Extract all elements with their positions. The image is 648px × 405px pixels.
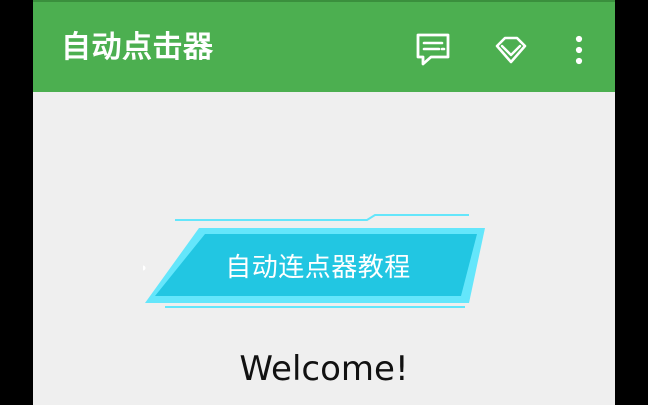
feedback-button[interactable] bbox=[411, 28, 455, 72]
more-vert-icon bbox=[575, 35, 583, 65]
app-bar: 自动点击器 bbox=[33, 0, 615, 92]
app-title: 自动点击器 bbox=[61, 30, 214, 65]
tutorial-button[interactable]: 自动连点器教程 bbox=[143, 212, 493, 312]
main-content: 自动连点器教程 Welcome! bbox=[33, 92, 615, 405]
more-options-button[interactable] bbox=[557, 28, 601, 72]
feedback-icon bbox=[416, 33, 450, 66]
tutorial-button-label: 自动连点器教程 bbox=[225, 253, 411, 283]
premium-button[interactable] bbox=[489, 28, 533, 72]
welcome-text: Welcome! bbox=[239, 349, 409, 389]
diamond-icon bbox=[495, 36, 527, 64]
app-screen: 自动点击器 自动连点器教程 Welcome! bbox=[33, 0, 615, 405]
